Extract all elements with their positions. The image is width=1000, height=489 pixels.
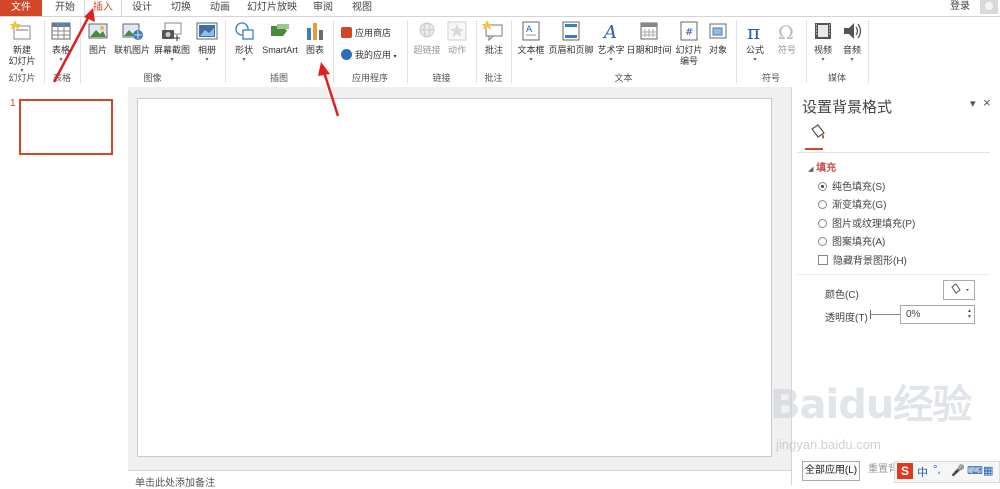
arrow-to-chart xyxy=(322,71,340,117)
arrow-to-insert-tab xyxy=(52,15,91,83)
annotation-arrows xyxy=(52,8,340,117)
arrowhead-icon xyxy=(318,62,330,76)
